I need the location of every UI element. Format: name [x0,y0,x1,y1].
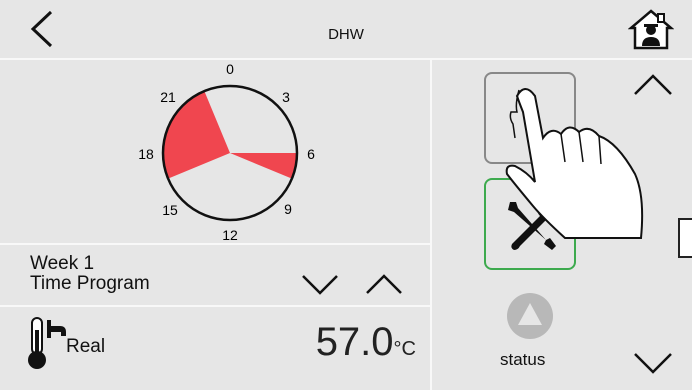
clock-label-6: 6 [307,146,315,162]
temperature-value: 57.0 [315,320,394,364]
program-name: Time Program [30,273,150,294]
temperature-readout: 57.0°C [316,320,416,365]
status-label: status [500,350,546,369]
chevron-down-icon[interactable] [300,270,340,298]
clock-label-15: 15 [162,202,178,218]
clock-label-3: 3 [282,89,290,105]
page-title: DHW [328,26,364,43]
temperature-unit: °C [393,338,416,360]
clock-label-0: 0 [226,61,234,77]
clock-label-18: 18 [138,146,154,162]
chevron-up-icon[interactable] [364,270,404,298]
time-program-clock[interactable]: 0 3 6 9 12 15 18 21 [130,58,330,248]
header-bar: DHW [0,0,692,58]
divider [0,58,692,60]
clock-segment-1 [230,153,297,179]
divider [430,58,432,390]
home-person-icon[interactable] [628,8,674,50]
clock-label-21: 21 [160,89,176,105]
triangle-up-icon [518,303,542,325]
offscreen-panel-edge [678,218,692,258]
status-button[interactable] [507,293,553,339]
scroll-down-chevron-icon[interactable] [632,348,674,376]
pointing-hand-icon [505,88,644,239]
program-label: Week 1 Time Program [30,254,150,294]
week-label: Week 1 [30,253,95,274]
divider [0,305,430,307]
sensor-label: Real [66,336,106,357]
clock-label-9: 9 [284,201,292,217]
clock-label-12: 12 [222,227,238,243]
